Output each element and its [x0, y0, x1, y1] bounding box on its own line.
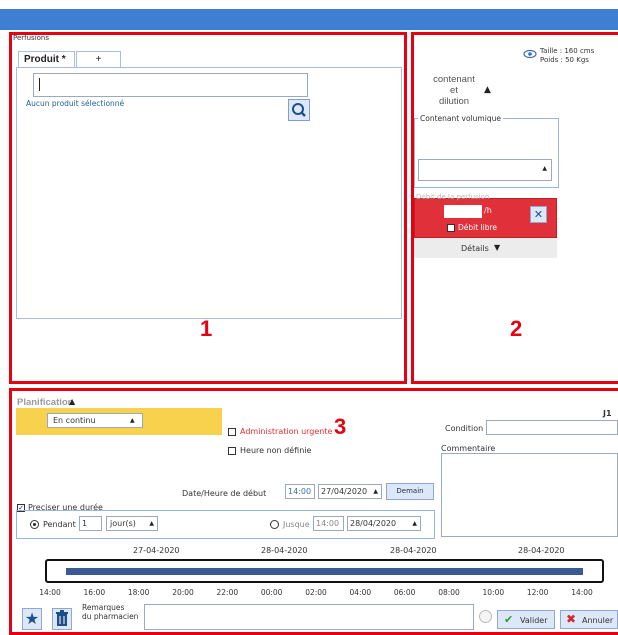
start-time-input[interactable]: 14:00 — [285, 484, 315, 499]
cross-icon: ✖ — [566, 612, 577, 626]
window-title-strip — [0, 9, 618, 30]
timeline-hour-label: 18:00 — [127, 588, 150, 597]
during-unit-select[interactable]: jour(s) ▲ — [106, 516, 158, 531]
cancel-button[interactable]: ✖ Annuler — [560, 610, 618, 629]
timeline-date-3: 28-04-2020 — [390, 546, 437, 555]
timeline-hour-label: 10:00 — [482, 588, 505, 597]
urgent-checkbox[interactable] — [228, 428, 236, 436]
during-value-input[interactable]: 1 — [79, 516, 102, 531]
delete-trash-icon[interactable] — [52, 608, 72, 630]
container-dilution-heading[interactable]: contenant et dilution — [419, 74, 489, 107]
until-time-input[interactable]: 14:00 — [313, 516, 344, 531]
undefined-time-checkbox[interactable] — [228, 447, 236, 455]
dropdown-arrow-icon: ▲ — [412, 520, 417, 527]
timeline-hour-label: 20:00 — [172, 588, 194, 597]
volumic-container-select[interactable]: ▲ — [418, 159, 552, 181]
during-unit-value: jour(s) — [110, 519, 136, 528]
dropdown-arrow-icon: ▲ — [373, 488, 378, 495]
clear-rate-button[interactable]: ✕ — [530, 206, 547, 223]
during-radio[interactable] — [30, 520, 39, 529]
timeline-hour-label: 14:00 — [39, 588, 61, 597]
radio-dot — [33, 523, 36, 526]
comment-label: Commentaire — [441, 444, 496, 453]
free-rate-checkbox[interactable] — [447, 224, 455, 232]
start-datetime-label: Date/Heure de début — [182, 489, 267, 498]
perfusions-title: Perfusions — [13, 34, 50, 42]
start-time-value: 14:00 — [288, 487, 312, 496]
planning-collapse-icon[interactable]: ▲ — [69, 397, 75, 406]
free-rate-label: Débit libre — [458, 223, 498, 232]
comment-textarea[interactable] — [441, 453, 618, 537]
undefined-time-label: Heure non définie — [240, 446, 312, 455]
timeline-hour-label: 16:00 — [83, 588, 106, 597]
timeline-date-4: 28-04-2020 — [518, 546, 565, 555]
validate-label: Valider — [520, 616, 548, 625]
urgent-label: Administration urgente — [240, 427, 333, 436]
cancel-label: Annuler — [582, 616, 614, 625]
during-value: 1 — [82, 519, 88, 528]
timeline-hour-label: 00:00 — [260, 588, 283, 597]
tab-add-product[interactable]: + — [76, 51, 121, 68]
no-product-selected: Aucun produit sélectionné — [26, 99, 125, 108]
timeline-hour-label: 22:00 — [216, 588, 239, 597]
pharmacist-remarks-label: Remarques du pharmacien — [82, 603, 139, 621]
details-toggle[interactable]: Détails — [461, 244, 489, 253]
collapse-arrow-icon[interactable]: ▲ — [484, 85, 491, 95]
rate-unit: /h — [484, 206, 492, 215]
dropdown-arrow-icon: ▲ — [130, 417, 135, 424]
favorite-star-icon[interactable]: ★ — [22, 608, 42, 630]
annotation-3: 3 — [334, 414, 347, 439]
patient-size: Taille : 160 cms — [540, 47, 595, 55]
until-date-value: 28/04/2020 — [350, 519, 397, 528]
check-icon: ✔ — [504, 613, 514, 626]
timeline-bar[interactable] — [66, 568, 583, 575]
tab-product[interactable]: Produit * — [18, 51, 75, 68]
info-circle-icon — [479, 610, 492, 623]
volumic-container-label: Contenant volumique — [418, 114, 503, 123]
dropdown-arrow-icon: ▲ — [542, 165, 547, 172]
timeline-hour-label: 08:00 — [438, 588, 460, 597]
eye-icon[interactable] — [523, 49, 537, 61]
planning-heading[interactable]: Planification — [17, 397, 73, 408]
infusion-rate-input[interactable] — [444, 205, 482, 218]
during-label: Pendant — [43, 520, 76, 529]
timeline-hour-label: 02:00 — [305, 588, 327, 597]
timeline-date-2: 28-04-2020 — [261, 546, 308, 555]
validate-button[interactable]: ✔ Valider — [497, 610, 555, 629]
search-product-button[interactable] — [288, 99, 310, 121]
condition-label: Condition — [445, 424, 484, 433]
dropdown-arrow-icon: ▲ — [149, 520, 154, 527]
timeline-date-1: 27-04-2020 — [133, 546, 180, 555]
annotation-2: 2 — [510, 316, 523, 341]
condition-input[interactable] — [486, 420, 618, 435]
until-date-input[interactable]: 28/04/2020 ▲ — [347, 516, 421, 531]
expand-arrow-icon[interactable]: ▼ — [494, 243, 500, 252]
timeline-hour-label: 06:00 — [393, 588, 416, 597]
timeline-hour-label: 14:00 — [571, 588, 593, 597]
start-date-value: 27/04/2020 — [321, 487, 368, 496]
until-label: Jusque — [283, 520, 310, 529]
until-time-value: 14:00 — [316, 519, 340, 528]
annotation-1: 1 — [200, 316, 213, 341]
product-search-input[interactable] — [33, 73, 308, 97]
infusion-rate-label: Débit de la perfusion — [416, 193, 490, 201]
patient-weight: Poids : 50 Kgs — [540, 56, 589, 64]
magnifier-icon — [292, 103, 306, 117]
timeline-track[interactable] — [45, 559, 604, 583]
day-label: J1 — [603, 409, 612, 418]
pharmacist-remarks-input[interactable] — [144, 604, 474, 630]
text-cursor — [39, 78, 40, 91]
until-radio[interactable] — [270, 520, 279, 529]
planning-mode-select[interactable]: En continu ▲ — [47, 413, 143, 428]
timeline-hour-label: 04:00 — [349, 588, 372, 597]
timeline-hour-label: 12:00 — [526, 588, 549, 597]
start-date-input[interactable]: 27/04/2020 ▲ — [318, 484, 382, 499]
tomorrow-button[interactable]: Demain — [386, 483, 434, 500]
mode-value: En continu — [53, 416, 96, 425]
